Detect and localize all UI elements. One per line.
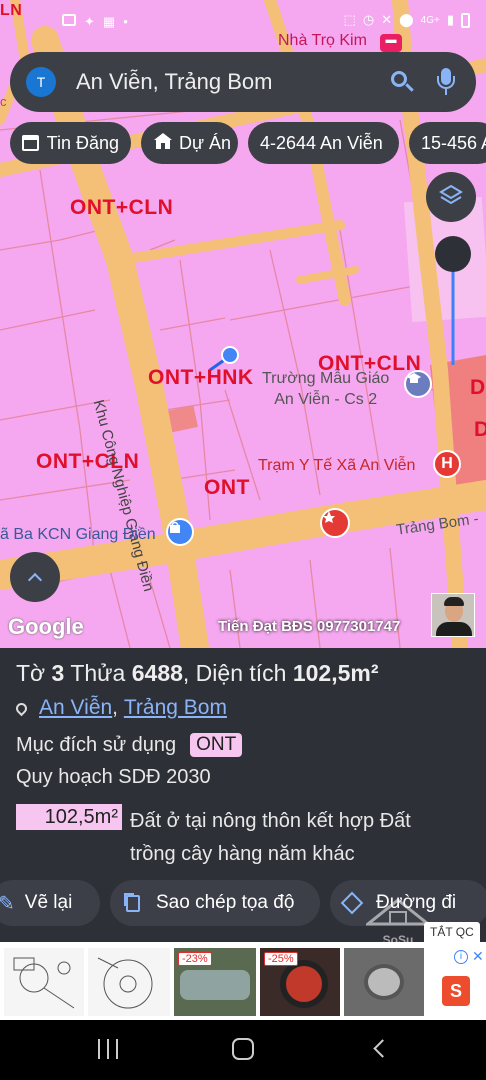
location-sep: ,: [112, 696, 124, 719]
area-description: Đất ở tại nông thôn kết hợp Đất trồng câ…: [130, 805, 411, 871]
purpose-badge: ONT: [190, 733, 243, 757]
location-link-1[interactable]: An Viễn: [39, 696, 112, 720]
purpose-label: Mục đích sử dụng: [16, 733, 177, 756]
map-slider-handle[interactable]: [435, 236, 471, 272]
area-desc-line: Đất ở tại nông thôn kết hợp Đất: [130, 810, 411, 832]
redraw-label: Vẽ lại: [24, 892, 73, 913]
mute-icon: ✕: [381, 12, 393, 27]
school-name: Trường Mẫu Giáo: [262, 370, 390, 387]
status-right-icons: ⬚ ◷ ✕ ⬤ 4G+ ▮: [344, 12, 470, 28]
ad-thumb[interactable]: -25%: [260, 948, 340, 1016]
search-icon[interactable]: [390, 70, 414, 94]
area-badge: 102,5m²: [16, 804, 122, 830]
copy-coordinates-button[interactable]: Sao chép tọa độ: [110, 880, 320, 926]
area-desc-line: trồng cây hàng năm khác: [130, 843, 355, 865]
close-ad-button[interactable]: TẮT QC: [424, 922, 480, 942]
network-type: 4G+: [420, 14, 440, 26]
chip-du-an[interactable]: Dự Án: [141, 122, 238, 164]
parcel-title: Tờ 3 Thửa 6488, Diện tích 102,5m²: [16, 660, 379, 687]
thua-value: 6488: [131, 660, 183, 686]
zone-label: ONT+CLN: [70, 196, 174, 219]
map-edge-label: c: [0, 94, 7, 109]
chip-label: Tin Đăng: [46, 132, 119, 153]
chip-label: Dự Án: [179, 132, 232, 153]
copy-icon: [126, 894, 140, 912]
shopping-icon: [166, 518, 194, 546]
ad-close-icon[interactable]: ✕: [472, 948, 484, 965]
info-icon: i: [454, 950, 468, 964]
ad-thumb[interactable]: [88, 948, 170, 1016]
ad-thumb[interactable]: -23%: [174, 948, 256, 1016]
chip-label: 4-2644 An Viễn: [260, 132, 383, 153]
place-kcn[interactable]: ã Ba KCN Giang Điền: [0, 526, 156, 544]
battery-icon: [461, 12, 470, 28]
layers-button[interactable]: [426, 172, 476, 222]
zone-label: ONT+HNK: [148, 366, 254, 389]
expand-button[interactable]: [10, 552, 60, 602]
house-icon: [153, 132, 173, 155]
redraw-icon: ✎: [0, 892, 15, 915]
ad-thumb[interactable]: [4, 948, 84, 1016]
plan-label: Quy hoạch SDĐ 2030: [16, 766, 211, 788]
location-row: An Viễn, Trảng Bom: [13, 696, 227, 720]
place-school[interactable]: Trường Mẫu Giáo An Viễn - Cs 2: [262, 368, 389, 410]
google-logo: Google: [8, 614, 84, 639]
school-name-line2: An Viễn - Cs 2: [274, 391, 378, 408]
thua-label: Thửa: [70, 660, 126, 686]
lock-icon: ⬚: [343, 12, 356, 27]
chip-parcel-1[interactable]: 4-2644 An Viễn: [248, 122, 399, 164]
place-clinic[interactable]: Trạm Y Tế Xã An Viễn: [258, 457, 415, 475]
layers-icon: [439, 183, 463, 212]
chip-label: 15-456 A: [421, 132, 486, 153]
zone-label: ONT: [204, 476, 250, 499]
chevron-up-icon: [27, 572, 43, 587]
redraw-button[interactable]: ✎ Vẽ lại: [0, 880, 100, 926]
alarm-icon: ◷: [362, 12, 375, 27]
hospital-icon: H: [433, 450, 461, 478]
status-left-icons: ✦ ▦ •: [62, 14, 128, 30]
navigation-bar: [0, 1020, 486, 1080]
to-label: Tờ: [16, 660, 46, 686]
brand-watermark: SoSu: [363, 898, 433, 947]
image-icon: [62, 14, 76, 26]
account-avatar[interactable]: T: [26, 67, 56, 97]
to-value: 3: [51, 660, 65, 686]
copy-label: Sao chép tọa độ: [156, 892, 295, 913]
search-bar[interactable]: T An Viễn, Trảng Bom: [10, 52, 476, 112]
purpose-row: Mục đích sử dụng ONT: [16, 733, 243, 757]
area-label: , Diện tích: [182, 660, 287, 686]
back-icon[interactable]: [373, 1039, 392, 1058]
discount-badge: -23%: [178, 952, 212, 966]
recent-apps-icon[interactable]: [98, 1039, 118, 1059]
discount-badge: -25%: [264, 952, 298, 966]
agent-avatar-photo: [431, 593, 475, 637]
signal-icon: ▮: [446, 12, 454, 27]
zone-label: D: [474, 418, 486, 441]
location-icon: ⬤: [399, 12, 414, 27]
dot-icon: •: [123, 14, 128, 29]
ad-brand[interactable]: i ✕ S: [432, 948, 486, 1016]
landmark-pin-icon[interactable]: [320, 508, 350, 538]
calendar-icon: ▦: [102, 14, 116, 29]
directions-icon: [340, 891, 364, 915]
location-pin-icon: [13, 700, 30, 716]
share-icon: ✦: [84, 14, 95, 29]
watermark-text: Tiến Đạt BĐS 0977301747: [218, 618, 401, 635]
chip-parcel-2[interactable]: 15-456 A: [409, 122, 486, 164]
status-bar: ✦ ▦ • ⬚ ◷ ✕ ⬤ 4G+ ▮: [0, 0, 486, 44]
area-value: 102,5m²: [292, 660, 379, 686]
school-icon: [404, 370, 432, 398]
zone-label: D: [470, 376, 486, 399]
home-icon[interactable]: [232, 1038, 254, 1060]
shopee-icon: S: [442, 976, 470, 1006]
app-root: ONT+CLN ONT+HNK ONT+CLN ONT+CLN ONT D D …: [0, 0, 486, 1080]
location-link-2[interactable]: Trảng Bom: [124, 696, 227, 720]
microphone-icon[interactable]: [436, 68, 456, 96]
calendar-icon: [22, 135, 39, 151]
chip-tin-dang[interactable]: Tin Đăng: [10, 122, 131, 164]
search-input[interactable]: An Viễn, Trảng Bom: [76, 69, 390, 95]
ad-thumb[interactable]: [344, 948, 424, 1016]
